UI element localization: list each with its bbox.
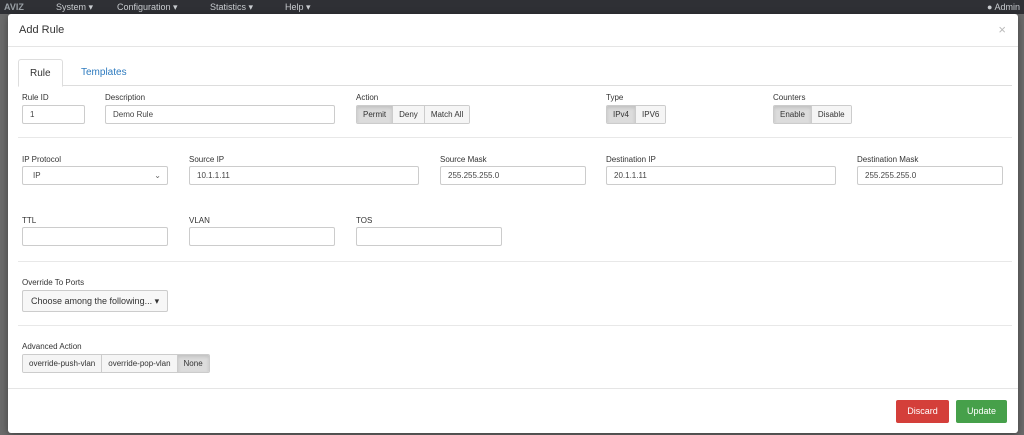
ttl-input[interactable] (22, 227, 168, 246)
source-ip-input[interactable]: 10.1.1.11 (189, 166, 419, 185)
rule-id-label: Rule ID (22, 93, 49, 102)
advanced-none-button[interactable]: None (177, 355, 209, 372)
advanced-push-vlan-button[interactable]: override-push-vlan (23, 355, 103, 372)
type-ipv6-button[interactable]: IPV6 (636, 106, 666, 123)
counters-disable-button[interactable]: Disable (811, 106, 851, 123)
modal-header: Add Rule × (8, 14, 1018, 47)
override-ports-label: Override To Ports (22, 278, 85, 287)
ip-protocol-label: IP Protocol (22, 155, 61, 164)
top-navbar: AVIZ System ▾ Configuration ▾ Statistics… (0, 0, 1024, 14)
action-label: Action (356, 93, 379, 102)
nav-help[interactable]: Help ▾ (285, 0, 311, 14)
destination-ip-input[interactable]: 20.1.1.11 (606, 166, 836, 185)
chevron-down-icon: ⌄ (154, 171, 161, 180)
advanced-action-button-group: override-push-vlan override-pop-vlan Non… (22, 354, 210, 373)
modal-title: Add Rule (19, 24, 65, 36)
type-ipv4-button[interactable]: IPv4 (607, 106, 637, 123)
description-input[interactable]: Demo Rule (105, 105, 335, 124)
add-rule-modal: Add Rule × Rule Templates Rule ID 1 Desc… (8, 14, 1018, 433)
nav-configuration[interactable]: Configuration ▾ (117, 0, 178, 14)
advanced-pop-vlan-button[interactable]: override-pop-vlan (102, 355, 178, 372)
close-icon[interactable]: × (998, 22, 1006, 37)
destination-mask-input[interactable]: 255.255.255.0 (857, 166, 1003, 185)
action-permit-button[interactable]: Permit (357, 106, 394, 123)
counters-button-group: Enable Disable (773, 105, 852, 124)
divider (18, 325, 1012, 326)
destination-mask-label: Destination Mask (857, 155, 919, 164)
vlan-label: VLAN (189, 216, 210, 225)
source-ip-label: Source IP (189, 155, 225, 164)
destination-ip-label: Destination IP (606, 155, 656, 164)
tab-rule[interactable]: Rule (18, 59, 63, 87)
override-ports-dropdown[interactable]: Choose among the following... ▾ (22, 290, 169, 312)
tos-input[interactable] (356, 227, 502, 246)
type-label: Type (606, 93, 624, 102)
tab-templates[interactable]: Templates (70, 59, 138, 86)
divider (18, 261, 1012, 262)
advanced-action-label: Advanced Action (22, 342, 82, 351)
modal-footer: Discard Update (8, 388, 1018, 433)
nav-statistics[interactable]: Statistics ▾ (210, 0, 253, 14)
discard-button[interactable]: Discard (896, 400, 949, 423)
brand-logo: AVIZ (4, 2, 24, 12)
source-mask-input[interactable]: 255.255.255.0 (440, 166, 586, 185)
source-mask-label: Source Mask (440, 155, 487, 164)
ttl-label: TTL (22, 216, 37, 225)
vlan-input[interactable] (189, 227, 335, 246)
divider (18, 137, 1012, 138)
tab-bar: Rule Templates (18, 59, 1012, 87)
action-match-all-button[interactable]: Match All (424, 106, 470, 123)
action-button-group: Permit Deny Match All (356, 105, 471, 124)
action-deny-button[interactable]: Deny (393, 106, 425, 123)
counters-label: Counters (773, 93, 806, 102)
type-button-group: IPv4 IPV6 (606, 105, 667, 124)
user-name: Admin (994, 2, 1020, 12)
nav-user[interactable]: ● Admin (987, 0, 1020, 14)
description-label: Description (105, 93, 146, 102)
rule-id-input[interactable]: 1 (22, 105, 85, 124)
counters-enable-button[interactable]: Enable (774, 106, 812, 123)
ip-protocol-value: IP (33, 171, 41, 180)
nav-system[interactable]: System ▾ (56, 0, 93, 14)
ip-protocol-select[interactable]: IP ⌄ (22, 166, 168, 185)
tos-label: TOS (356, 216, 373, 225)
update-button[interactable]: Update (956, 400, 1007, 423)
